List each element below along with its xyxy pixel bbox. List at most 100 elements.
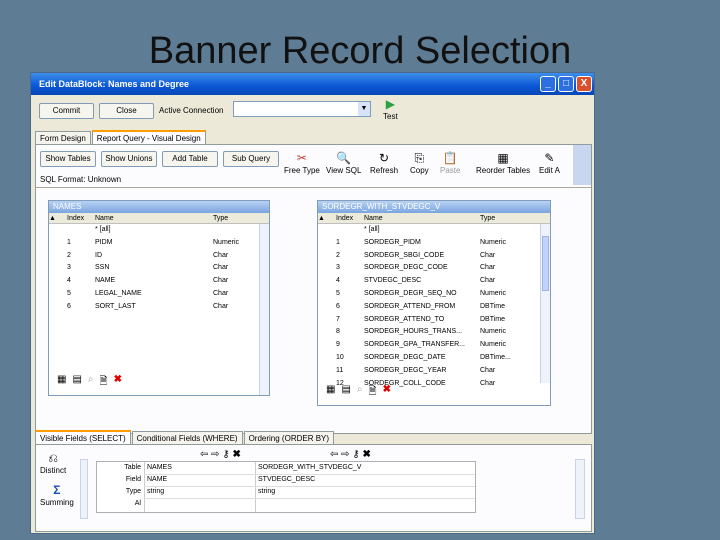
table-row[interactable]: * [all] bbox=[318, 224, 550, 237]
row-checkbox[interactable] bbox=[318, 237, 336, 250]
tab-visible-fields[interactable]: Visible Fields (SELECT) bbox=[35, 430, 131, 444]
sordegr-table[interactable]: SORDEGR_WITH_STVDEGC_V ▲ Index Name Type… bbox=[317, 200, 551, 406]
row-checkbox[interactable] bbox=[318, 301, 336, 314]
search-icon[interactable]: ⌕ bbox=[357, 384, 363, 401]
commit-button[interactable]: Commit bbox=[39, 103, 94, 119]
table-row[interactable]: 3 SSN Char bbox=[49, 262, 269, 275]
search-icon[interactable]: ⌕ bbox=[88, 374, 94, 391]
active-connection-select[interactable]: ▼ bbox=[233, 101, 371, 117]
table-row[interactable]: 10 SORDEGR_DEGC_DATE DBTime... bbox=[318, 352, 550, 365]
row-checkbox[interactable] bbox=[318, 250, 336, 263]
move-right-icon[interactable]: ⇨ bbox=[211, 449, 219, 460]
table-row[interactable]: 11 SORDEGR_DEGC_YEAR Char bbox=[318, 365, 550, 378]
table-row[interactable]: 6 SORDEGR_ATTEND_FROM DBTime bbox=[318, 301, 550, 314]
col-type[interactable]: Type bbox=[480, 213, 530, 223]
grid-icon[interactable]: ▦ bbox=[326, 384, 335, 401]
close-window-button[interactable]: X bbox=[576, 76, 592, 92]
tab-conditional-fields[interactable]: Conditional Fields (WHERE) bbox=[131, 431, 243, 445]
refresh-button[interactable]: ↻ Refresh bbox=[370, 151, 398, 175]
row-checkbox[interactable] bbox=[49, 250, 67, 263]
move-left-icon[interactable]: ⇦ bbox=[330, 449, 338, 460]
delete-icon[interactable]: ✖ bbox=[114, 374, 122, 391]
table-row[interactable]: 5 LEGAL_NAME Char bbox=[49, 288, 269, 301]
cell-table-1[interactable]: NAMES bbox=[147, 464, 172, 471]
show-tables-button[interactable]: Show Tables bbox=[40, 151, 96, 167]
fields-right-scrollbar[interactable] bbox=[575, 459, 585, 519]
summing-button[interactable]: Σ Summing bbox=[40, 483, 74, 507]
sub-query-button[interactable]: Sub Query bbox=[223, 151, 279, 167]
row-checkbox[interactable] bbox=[49, 288, 67, 301]
sordegr-scrollbar[interactable] bbox=[540, 224, 550, 383]
edit-button[interactable]: ✎ Edit A bbox=[539, 151, 560, 175]
fields-left-scrollbar[interactable] bbox=[80, 459, 88, 519]
table-row[interactable]: 4 NAME Char bbox=[49, 275, 269, 288]
table-row[interactable]: 1 PIDM Numeric bbox=[49, 237, 269, 250]
table-row[interactable]: 1 SORDEGR_PIDM Numeric bbox=[318, 237, 550, 250]
show-unions-button[interactable]: Show Unions bbox=[101, 151, 157, 167]
copy-button[interactable]: ⎘ Copy bbox=[410, 151, 429, 175]
row-checkbox[interactable] bbox=[318, 352, 336, 365]
row-checkbox[interactable] bbox=[318, 365, 336, 378]
table-row[interactable]: 7 SORDEGR_ATTEND_TO DBTime bbox=[318, 314, 550, 327]
tab-form-design[interactable]: Form Design bbox=[35, 131, 91, 145]
table-row[interactable]: 4 STVDEGC_DESC Char bbox=[318, 275, 550, 288]
names-table[interactable]: NAMES ▲ Index Name Type * [all] 1 PIDM Nume… bbox=[48, 200, 270, 396]
row-checkbox[interactable] bbox=[318, 262, 336, 275]
table-row[interactable]: 5 SORDEGR_DEGR_SEQ_NO Numeric bbox=[318, 288, 550, 301]
move-left-icon[interactable]: ⇦ bbox=[200, 449, 208, 460]
grid-icon[interactable]: ▦ bbox=[57, 374, 66, 391]
list-icon[interactable]: ▤ bbox=[72, 374, 81, 391]
row-checkbox[interactable] bbox=[49, 237, 67, 250]
key-icon[interactable]: ⚷ bbox=[352, 449, 359, 460]
add-table-button[interactable]: Add Table bbox=[162, 151, 218, 167]
document-icon[interactable]: 🗎 bbox=[100, 374, 108, 391]
col-type[interactable]: Type bbox=[213, 213, 259, 223]
row-checkbox[interactable] bbox=[318, 275, 336, 288]
table-row[interactable]: 6 SORT_LAST Char bbox=[49, 301, 269, 314]
col-index[interactable]: Index bbox=[336, 213, 364, 223]
row-checkbox[interactable] bbox=[49, 275, 67, 288]
col-name[interactable]: Name bbox=[95, 213, 213, 223]
row-checkbox[interactable] bbox=[49, 301, 67, 314]
col-index[interactable]: Index bbox=[67, 213, 95, 223]
row-checkbox[interactable] bbox=[318, 288, 336, 301]
row-checkbox[interactable] bbox=[49, 262, 67, 275]
distinct-button[interactable]: ⎌ Distinct bbox=[40, 451, 66, 475]
table-row[interactable]: 2 ID Char bbox=[49, 250, 269, 263]
sordegr-table-title[interactable]: SORDEGR_WITH_STVDEGC_V bbox=[318, 201, 550, 213]
tab-ordering[interactable]: Ordering (ORDER BY) bbox=[243, 431, 335, 445]
row-checkbox[interactable] bbox=[318, 314, 336, 327]
delete-icon[interactable]: ✖ bbox=[383, 384, 391, 401]
table-row[interactable]: 2 SORDEGR_SBGI_CODE Char bbox=[318, 250, 550, 263]
reorder-tables-button[interactable]: ▦ Reorder Tables bbox=[476, 151, 530, 175]
document-icon[interactable]: 🗎 bbox=[369, 384, 377, 401]
remove-column-icon[interactable]: ✖ bbox=[232, 449, 240, 460]
maximize-button[interactable]: □ bbox=[558, 76, 574, 92]
window-titlebar[interactable]: Edit DataBlock: Names and Degree _ □ X bbox=[31, 73, 594, 95]
cell-field-2[interactable]: STVDEGC_DESC bbox=[258, 476, 315, 483]
names-table-title[interactable]: NAMES bbox=[49, 201, 269, 213]
paste-button[interactable]: 📋 Paste bbox=[440, 151, 460, 175]
visible-fields-grid[interactable]: Table Field Type Al NAMES NAME string SO… bbox=[96, 461, 476, 513]
toolbar-scroll[interactable] bbox=[573, 145, 591, 185]
move-right-icon[interactable]: ⇨ bbox=[341, 449, 349, 460]
scroll-thumb[interactable] bbox=[542, 236, 549, 291]
view-sql-button[interactable]: 🔍 View SQL bbox=[326, 151, 361, 175]
tab-report-query-visual-design[interactable]: Report Query - Visual Design bbox=[91, 130, 206, 144]
table-row[interactable]: 3 SORDEGR_DEGC_CODE Char bbox=[318, 262, 550, 275]
remove-column-icon[interactable]: ✖ bbox=[362, 449, 370, 460]
row-checkbox[interactable] bbox=[318, 224, 336, 237]
col-name[interactable]: Name bbox=[364, 213, 480, 223]
table-row[interactable]: 9 SORDEGR_GPA_TRANSFER... Numeric bbox=[318, 339, 550, 352]
cell-table-2[interactable]: SORDEGR_WITH_STVDEGC_V bbox=[258, 464, 361, 471]
table-row[interactable]: * [all] bbox=[49, 224, 269, 237]
test-button[interactable]: ▶ Test bbox=[383, 97, 398, 121]
table-row[interactable]: 8 SORDEGR_HOURS_TRANS... Numeric bbox=[318, 326, 550, 339]
cell-type-1[interactable]: string bbox=[147, 488, 164, 495]
close-button[interactable]: Close bbox=[99, 103, 154, 119]
cell-type-2[interactable]: string bbox=[258, 488, 275, 495]
key-icon[interactable]: ⚷ bbox=[222, 449, 229, 460]
chevron-down-icon[interactable]: ▼ bbox=[358, 102, 370, 116]
minimize-button[interactable]: _ bbox=[540, 76, 556, 92]
row-checkbox[interactable] bbox=[318, 326, 336, 339]
